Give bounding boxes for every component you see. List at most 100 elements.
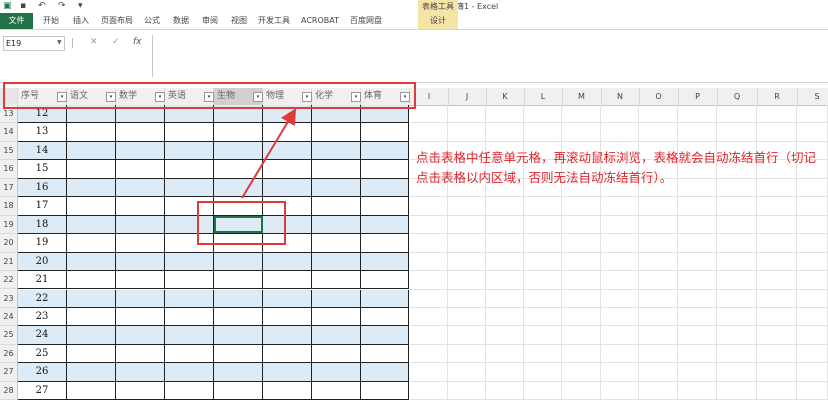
tab-acrobat[interactable]: ACROBAT bbox=[296, 13, 344, 29]
table-cell[interactable] bbox=[312, 178, 361, 197]
table-cell[interactable] bbox=[67, 178, 116, 197]
table-cell[interactable] bbox=[165, 326, 214, 344]
table-cell[interactable] bbox=[312, 326, 361, 344]
table-cell[interactable] bbox=[116, 363, 165, 381]
table-cell[interactable] bbox=[312, 252, 361, 271]
table-cell[interactable] bbox=[312, 289, 361, 307]
table-cell[interactable] bbox=[263, 141, 312, 160]
tab-file[interactable]: 文件 bbox=[0, 13, 33, 29]
table-cell[interactable] bbox=[67, 289, 116, 307]
table-cell[interactable] bbox=[214, 326, 263, 344]
table-cell[interactable] bbox=[263, 123, 312, 141]
table-cell[interactable] bbox=[116, 326, 165, 344]
seq-cell[interactable]: 25 bbox=[18, 344, 67, 363]
table-cell[interactable] bbox=[263, 381, 312, 400]
table-cell[interactable] bbox=[263, 344, 312, 363]
table-cell[interactable] bbox=[263, 363, 312, 381]
table-cell[interactable] bbox=[67, 234, 116, 252]
table-cell[interactable] bbox=[116, 215, 165, 234]
seq-cell[interactable]: 15 bbox=[18, 160, 67, 178]
column-header-q[interactable]: Q bbox=[717, 88, 758, 105]
column-header-m[interactable]: M bbox=[562, 88, 602, 105]
table-cell[interactable] bbox=[312, 363, 361, 381]
table-cell[interactable] bbox=[312, 215, 361, 234]
table-cell[interactable] bbox=[67, 215, 116, 234]
table-cell[interactable] bbox=[312, 307, 361, 326]
seq-cell[interactable]: 13 bbox=[18, 123, 67, 141]
table-cell[interactable] bbox=[263, 252, 312, 271]
table-cell[interactable] bbox=[165, 141, 214, 160]
column-header-p[interactable]: P bbox=[678, 88, 718, 105]
table-cell[interactable] bbox=[361, 215, 409, 234]
table-cell[interactable] bbox=[116, 141, 165, 160]
table-cell[interactable] bbox=[67, 381, 116, 400]
table-cell[interactable] bbox=[361, 381, 409, 400]
table-cell[interactable] bbox=[263, 178, 312, 197]
tab-developer[interactable]: 开发工具 bbox=[254, 13, 294, 29]
table-cell[interactable] bbox=[361, 141, 409, 160]
formula-input[interactable] bbox=[152, 35, 828, 77]
seq-cell[interactable]: 27 bbox=[18, 381, 67, 400]
table-cell[interactable] bbox=[361, 234, 409, 252]
seq-cell[interactable]: 26 bbox=[18, 363, 67, 381]
table-cell[interactable] bbox=[361, 197, 409, 215]
tab-data[interactable]: 数据 bbox=[167, 13, 195, 29]
undo-icon[interactable]: ↶ bbox=[38, 1, 46, 11]
seq-cell[interactable]: 23 bbox=[18, 307, 67, 326]
column-header-o[interactable]: O bbox=[639, 88, 679, 105]
tab-view[interactable]: 视图 bbox=[225, 13, 253, 29]
column-header-s[interactable]: S bbox=[797, 88, 828, 105]
seq-cell[interactable]: 20 bbox=[18, 252, 67, 271]
table-cell[interactable] bbox=[116, 307, 165, 326]
table-cell[interactable] bbox=[214, 141, 263, 160]
table-cell[interactable] bbox=[361, 160, 409, 178]
table-cell[interactable] bbox=[67, 123, 116, 141]
insert-function-icon[interactable]: fx bbox=[133, 37, 142, 47]
table-cell[interactable] bbox=[67, 271, 116, 289]
table-cell[interactable] bbox=[67, 197, 116, 215]
table-cell[interactable] bbox=[263, 271, 312, 289]
tab-page-layout[interactable]: 页面布局 bbox=[97, 13, 137, 29]
table-cell[interactable] bbox=[361, 178, 409, 197]
tab-baidu-netdisk[interactable]: 百度网盘 bbox=[346, 13, 386, 29]
table-cell[interactable] bbox=[116, 381, 165, 400]
seq-cell[interactable]: 16 bbox=[18, 178, 67, 197]
tab-home[interactable]: 开始 bbox=[36, 13, 66, 29]
seq-cell[interactable]: 21 bbox=[18, 271, 67, 289]
tab-design[interactable]: 设计 bbox=[418, 13, 458, 29]
tab-review[interactable]: 审阅 bbox=[196, 13, 224, 29]
tab-formulas[interactable]: 公式 bbox=[138, 13, 166, 29]
name-box[interactable]: E19 bbox=[3, 36, 65, 51]
column-header-j[interactable]: J bbox=[448, 88, 487, 105]
table-cell[interactable] bbox=[214, 178, 263, 197]
column-header-r[interactable]: R bbox=[757, 88, 798, 105]
table-cell[interactable] bbox=[361, 123, 409, 141]
table-cell[interactable] bbox=[214, 123, 263, 141]
table-cell[interactable] bbox=[361, 363, 409, 381]
table-cell[interactable] bbox=[165, 344, 214, 363]
table-cell[interactable] bbox=[263, 160, 312, 178]
table-cell[interactable] bbox=[165, 363, 214, 381]
table-cell[interactable] bbox=[116, 271, 165, 289]
seq-cell[interactable]: 18 bbox=[18, 215, 67, 234]
seq-cell[interactable]: 17 bbox=[18, 197, 67, 215]
table-cell[interactable] bbox=[361, 344, 409, 363]
table-cell[interactable] bbox=[214, 344, 263, 363]
seq-cell[interactable]: 19 bbox=[18, 234, 67, 252]
table-cell[interactable] bbox=[165, 178, 214, 197]
table-cell[interactable] bbox=[165, 381, 214, 400]
table-cell[interactable] bbox=[214, 252, 263, 271]
seq-cell[interactable]: 14 bbox=[18, 141, 67, 160]
enter-icon[interactable]: ✓ bbox=[112, 37, 120, 47]
table-cell[interactable] bbox=[312, 123, 361, 141]
table-cell[interactable] bbox=[116, 252, 165, 271]
table-cell[interactable] bbox=[214, 381, 263, 400]
customize-toolbar-icon[interactable]: ▾ bbox=[78, 1, 83, 11]
table-cell[interactable] bbox=[116, 197, 165, 215]
table-cell[interactable] bbox=[361, 326, 409, 344]
table-cell[interactable] bbox=[165, 252, 214, 271]
table-cell[interactable] bbox=[67, 363, 116, 381]
table-cell[interactable] bbox=[214, 307, 263, 326]
table-cell[interactable] bbox=[214, 271, 263, 289]
save-icon[interactable]: ▪ bbox=[20, 1, 26, 11]
